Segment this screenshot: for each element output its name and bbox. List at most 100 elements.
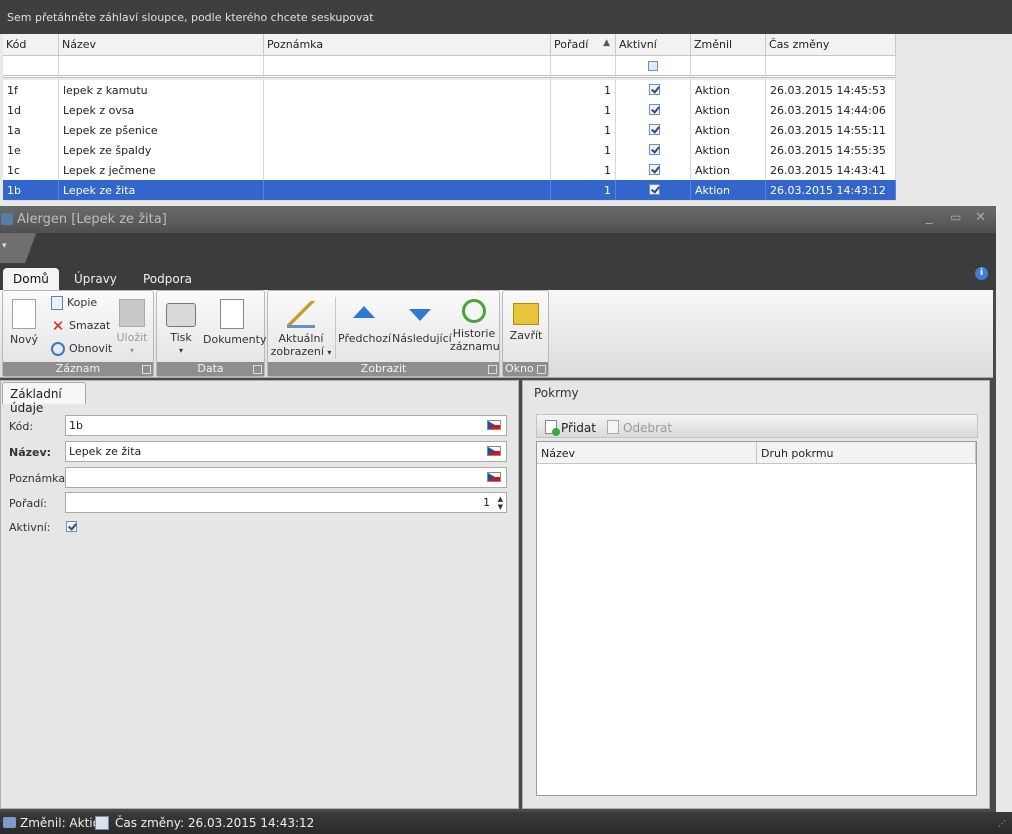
cell-aktivni[interactable] xyxy=(616,180,691,200)
dishes-column-header-druh[interactable]: Druh pokrmu xyxy=(757,442,976,464)
cell-poradi[interactable]: 1 xyxy=(551,140,616,160)
current-view-button[interactable]: Aktuální zobrazení ▾ xyxy=(270,295,332,359)
cell-poradi[interactable]: 1 xyxy=(551,100,616,120)
active-checkbox[interactable] xyxy=(649,124,660,135)
active-checkbox[interactable] xyxy=(649,184,660,195)
cell-kod[interactable]: 1c xyxy=(3,160,59,180)
cell-poznamka[interactable] xyxy=(264,140,551,160)
cell-kod[interactable]: 1f xyxy=(3,80,59,100)
table-row[interactable]: 1c Lepek z ječmene 1 Aktion 26.03.2015 14:43… xyxy=(3,160,896,181)
tab-podpora[interactable]: Podpora xyxy=(133,268,202,290)
cell-cas[interactable]: 26.03.2015 14:43:41 xyxy=(766,160,896,180)
cell-aktivni[interactable] xyxy=(616,80,691,100)
column-header-poradi[interactable]: Pořadí ▲ xyxy=(551,34,616,56)
filter-cell-aktivni[interactable] xyxy=(616,56,691,77)
order-spinner[interactable]: 1 ▲ ▼ xyxy=(65,492,507,513)
cell-nazev[interactable]: Lepek z ječmene xyxy=(59,160,264,180)
cell-cas[interactable]: 26.03.2015 14:55:11 xyxy=(766,120,896,140)
group-by-panel[interactable]: Sem přetáhněte záhlaví sloupce, podle kt… xyxy=(0,0,1012,34)
refresh-button[interactable]: Obnovit xyxy=(51,342,112,356)
quick-access-dropdown-icon[interactable]: ▾ xyxy=(0,233,40,263)
cell-poznamka[interactable] xyxy=(264,80,551,100)
tab-upravy[interactable]: Úpravy xyxy=(64,268,127,290)
name-field[interactable]: Lepek ze žita xyxy=(65,441,507,462)
new-button[interactable]: Nový xyxy=(7,295,41,346)
next-button[interactable]: Následující xyxy=(392,295,452,345)
table-row[interactable]: 1e Lepek ze špaldy 1 Aktion 26.03.2015 14:55… xyxy=(3,140,896,161)
cell-kod[interactable]: 1d xyxy=(3,100,59,120)
cell-zmenil[interactable]: Aktion xyxy=(691,160,766,180)
maximize-button[interactable]: ▭ xyxy=(950,210,961,224)
cell-poradi[interactable]: 1 xyxy=(551,160,616,180)
column-header-poznamka[interactable]: Poznámka xyxy=(264,34,551,56)
documents-button[interactable]: Dokumenty xyxy=(203,295,266,346)
zobrazit-dialog-launcher-icon[interactable] xyxy=(488,365,497,374)
close-button[interactable]: ✕ xyxy=(975,210,986,225)
active-checkbox[interactable] xyxy=(66,521,77,532)
cell-nazev[interactable]: lepek z kamutu xyxy=(59,80,264,100)
cell-poradi[interactable]: 1 xyxy=(551,180,616,200)
cell-aktivni[interactable] xyxy=(616,160,691,180)
active-checkbox[interactable] xyxy=(649,144,660,155)
column-header-kod[interactable]: Kód xyxy=(3,34,59,56)
cell-kod[interactable]: 1e xyxy=(3,140,59,160)
czech-flag-icon[interactable] xyxy=(487,420,501,430)
cell-zmenil[interactable]: Aktion xyxy=(691,140,766,160)
table-row[interactable]: 1d Lepek z ovsa 1 Aktion 26.03.2015 14:44:06 xyxy=(3,100,896,121)
table-row[interactable]: 1b Lepek ze žita 1 Aktion 26.03.2015 14:43:1… xyxy=(3,180,896,201)
cell-nazev[interactable]: Lepek ze žita xyxy=(59,180,264,200)
help-icon[interactable]: i xyxy=(975,267,988,280)
okno-dialog-launcher-icon[interactable] xyxy=(537,365,546,374)
cell-poradi[interactable]: 1 xyxy=(551,120,616,140)
active-checkbox[interactable] xyxy=(649,104,660,115)
cell-zmenil[interactable]: Aktion xyxy=(691,80,766,100)
save-button[interactable]: Uložit ▾ xyxy=(115,295,149,357)
active-checkbox[interactable] xyxy=(649,164,660,175)
cell-poradi[interactable]: 1 xyxy=(551,80,616,100)
filter-cell-cas-zmeny[interactable] xyxy=(766,56,896,77)
cell-cas[interactable]: 26.03.2015 14:45:53 xyxy=(766,80,896,100)
cell-zmenil[interactable]: Aktion xyxy=(691,120,766,140)
previous-button[interactable]: Předchozí xyxy=(338,295,391,345)
filter-cell-zmenil[interactable] xyxy=(691,56,766,77)
zaznam-dialog-launcher-icon[interactable] xyxy=(142,365,151,374)
cell-poznamka[interactable] xyxy=(264,160,551,180)
cell-kod[interactable]: 1b xyxy=(3,180,59,200)
cell-nazev[interactable]: Lepek ze pšenice xyxy=(59,120,264,140)
cell-poznamka[interactable] xyxy=(264,180,551,200)
dishes-column-header-nazev[interactable]: Název xyxy=(537,442,757,464)
history-button[interactable]: Historie záznamu xyxy=(450,295,500,353)
table-row[interactable]: 1a Lepek ze pšenice 1 Aktion 26.03.2015 14:5… xyxy=(3,120,896,141)
cell-kod[interactable]: 1a xyxy=(3,120,59,140)
copy-button[interactable]: Kopie xyxy=(51,296,97,310)
filter-cell-kod[interactable] xyxy=(3,56,59,77)
filter-cell-poradi[interactable] xyxy=(551,56,616,77)
window-titlebar[interactable]: Alergen [Lepek ze žita] _ ▭ ✕ xyxy=(0,206,996,233)
filter-indeterminate-checkbox[interactable] xyxy=(648,61,658,71)
table-row[interactable]: 1f lepek z kamutu 1 Aktion 26.03.2015 14:45:… xyxy=(3,80,896,101)
delete-button[interactable]: ✕ Smazat xyxy=(51,319,111,334)
print-button[interactable]: Tisk ▾ xyxy=(161,295,201,357)
filter-cell-nazev[interactable] xyxy=(59,56,264,77)
column-header-aktivni[interactable]: Aktivní xyxy=(616,34,691,56)
czech-flag-icon[interactable] xyxy=(487,446,501,456)
tab-domu[interactable]: Domů xyxy=(3,268,59,290)
remove-dish-button[interactable]: Odebrat xyxy=(607,420,672,435)
data-dialog-launcher-icon[interactable] xyxy=(253,365,262,374)
cell-aktivni[interactable] xyxy=(616,140,691,160)
note-field[interactable] xyxy=(65,467,507,488)
cell-aktivni[interactable] xyxy=(616,120,691,140)
cell-zmenil[interactable]: Aktion xyxy=(691,100,766,120)
cell-nazev[interactable]: Lepek z ovsa xyxy=(59,100,264,120)
resize-grip-icon[interactable]: ⋰ xyxy=(998,819,1006,828)
spinner-arrows-icon[interactable]: ▲ ▼ xyxy=(498,495,503,511)
cell-nazev[interactable]: Lepek ze špaldy xyxy=(59,140,264,160)
active-checkbox[interactable] xyxy=(649,84,660,95)
column-header-cas-zmeny[interactable]: Čas změny xyxy=(766,34,896,56)
cell-poznamka[interactable] xyxy=(264,100,551,120)
column-header-zmenil[interactable]: Změnil xyxy=(691,34,766,56)
tab-basic-data[interactable]: Základní údaje xyxy=(2,382,86,415)
czech-flag-icon[interactable] xyxy=(487,472,501,482)
cell-cas[interactable]: 26.03.2015 14:44:06 xyxy=(766,100,896,120)
add-dish-button[interactable]: Přidat xyxy=(545,420,596,436)
